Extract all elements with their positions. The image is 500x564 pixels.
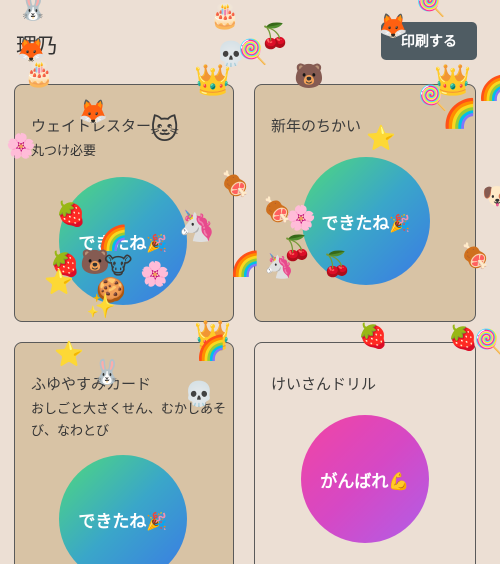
unicorn-icon: 🦄 <box>178 209 216 244</box>
card-title: ふゆやすみカード <box>31 375 152 393</box>
strawberry-icon: 🍓 <box>358 322 388 350</box>
rainbow-icon: 🌈 <box>98 224 128 252</box>
meat-icon: 🍖 <box>460 242 490 270</box>
bear-icon: 🐻 <box>294 62 324 90</box>
fox-icon: 🦊 <box>78 98 108 126</box>
card-subtitle: 丸つけ必要 <box>31 144 97 159</box>
strawberry-icon: 🍓 <box>56 200 86 228</box>
fox-icon: 🦊 <box>16 36 46 64</box>
task-card[interactable]: ふゆやすみカード おしごと大さくせん、むかしあそび、なわとび できたね🎉 <box>14 342 234 564</box>
dog-icon: 🐶 <box>482 182 500 210</box>
cherry-blossom-icon: 🌸 <box>6 132 36 160</box>
fox-icon: 🦊 <box>378 12 408 40</box>
completion-badge: できたね🎉 <box>59 455 187 564</box>
cake-icon: 🎂 <box>210 2 240 30</box>
rainbow-icon: 🌈 <box>478 74 500 102</box>
cherries-icon: 🍒 <box>260 22 290 50</box>
star-icon: ⭐ <box>366 124 396 152</box>
card-title: 新年のちかい <box>271 117 362 135</box>
candy-icon: 🍭 <box>416 0 446 18</box>
rainbow-icon: 🌈 <box>230 250 260 278</box>
cherry-blossom-icon: 🌸 <box>140 260 170 288</box>
rabbit-icon: 🐰 <box>18 0 48 22</box>
rabbit-icon: 🐰 <box>92 358 122 386</box>
cow-icon: 🐮 <box>104 252 133 280</box>
skull-icon: 💀 <box>184 380 214 408</box>
rainbow-icon: 🌈 <box>442 97 477 130</box>
star-icon: ⭐ <box>54 340 84 368</box>
cherry-blossom-icon: 🌸 <box>286 204 316 232</box>
cat-icon: 🐱 <box>150 113 180 146</box>
unicorn-icon: 🦄 <box>264 252 294 280</box>
cherries-icon: 🍒 <box>322 250 352 278</box>
crown-icon: 👑 <box>194 63 232 98</box>
star-icon: ⭐ <box>44 268 74 296</box>
encourage-badge: がんばれ💪 <box>301 415 429 543</box>
sparkle-icon: ✨ <box>86 292 116 320</box>
card-title: けいさんドリル <box>271 375 377 393</box>
candy-icon: 🍭 <box>474 328 500 356</box>
rainbow-icon: 🌈 <box>196 334 226 362</box>
task-card[interactable]: けいさんドリル がんばれ💪 <box>254 342 476 564</box>
cake-icon: 🎂 <box>24 60 54 88</box>
meat-icon: 🍖 <box>220 170 250 198</box>
